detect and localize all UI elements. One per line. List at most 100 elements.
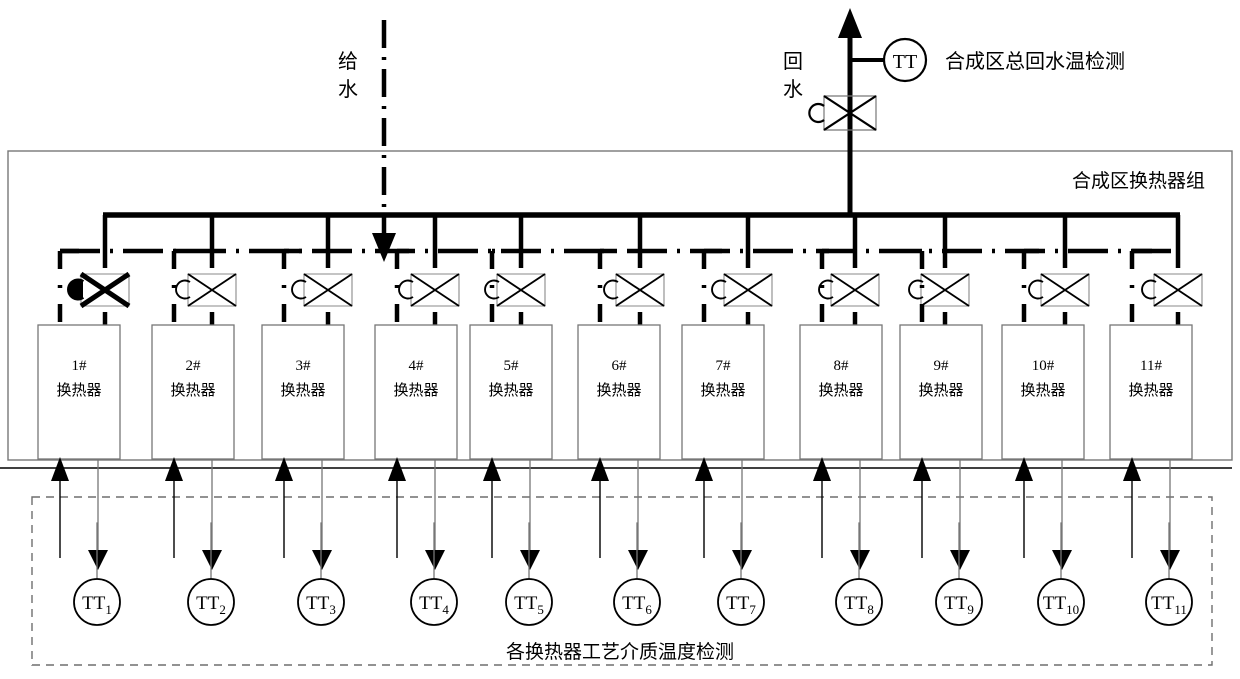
valve-3[interactable]: [291, 273, 353, 307]
heat-exchanger-number-6: 6#: [612, 358, 628, 374]
heat-exchanger-name-8: 换热器: [818, 382, 863, 399]
valve-bowtie-1: [79, 271, 131, 309]
process-outlet-arrow-1: [88, 550, 108, 570]
heat-exchanger-number-7: 7#: [716, 358, 732, 374]
supply-label-line2: 水: [338, 78, 358, 101]
supply-flow-arrow: [372, 233, 396, 262]
tt-bubble-10[interactable]: TT10: [1037, 578, 1085, 626]
exchanger-column-10: 10# 换热器 TT10: [1001, 215, 1090, 626]
valve-8[interactable]: [818, 273, 880, 307]
tt-subscript-9: 9: [967, 602, 974, 617]
exchanger-column-3: 3# 换热器 TT3: [261, 215, 353, 626]
valve-bowtie-4: [410, 273, 460, 307]
tt-subscript-5: 5: [537, 602, 544, 617]
heat-exchanger-number-1: 1#: [72, 358, 88, 374]
main-return-valve[interactable]: [808, 95, 877, 131]
process-outlet-arrow-2: [202, 550, 222, 570]
heat-exchanger-number-5: 5#: [504, 358, 520, 374]
tt-bubble-2[interactable]: TT2: [187, 578, 235, 626]
heat-exchanger-number-8: 8#: [834, 358, 850, 374]
tt-bubble-6[interactable]: TT6: [613, 578, 661, 626]
return-flow-arrow: [838, 8, 862, 38]
return-water-riser: TT: [808, 8, 928, 215]
process-outlet-arrow-8: [850, 550, 870, 570]
exchanger-column-11: 11# 换热器 TT11: [1109, 215, 1203, 626]
process-flow-diagram: 合成区换热器组 各换热器工艺介质温度检测 给 水 TT 回 水 合成区总回水温检…: [0, 8, 1233, 666]
tt-bubble-7[interactable]: TT7: [717, 578, 765, 626]
exchanger-column-1: 1# 换热器 TT1: [37, 215, 131, 626]
valve-bowtie-5: [496, 273, 546, 307]
tt-bubble-11[interactable]: TT11: [1145, 578, 1193, 626]
exchanger-column-6: 6# 换热器 TT6: [577, 215, 665, 626]
tt-subscript-8: 8: [867, 602, 874, 617]
exchanger-column-2: 2# 换热器 TT2: [151, 215, 237, 626]
heat-exchanger-name-5: 换热器: [488, 382, 533, 399]
tt-bubble-3[interactable]: TT3: [297, 578, 345, 626]
tt-subscript-10: 10: [1066, 602, 1079, 617]
tt-bubble-9[interactable]: TT9: [935, 578, 983, 626]
valve-bowtie-2: [187, 273, 237, 307]
tt-subscript-4: 4: [442, 602, 449, 617]
process-outlet-arrow-10: [1052, 550, 1072, 570]
heat-exchanger-number-3: 3#: [296, 358, 312, 374]
tt-bubble-4[interactable]: TT4: [410, 578, 458, 626]
tt-subscript-6: 6: [645, 602, 652, 617]
tt-subscript-3: 3: [329, 602, 336, 617]
valve-actuator-icon-1: [67, 278, 85, 301]
heat-exchanger-name-4: 换热器: [393, 382, 438, 399]
process-outlet-arrow-4: [425, 550, 445, 570]
process-outlet-arrow-5: [520, 550, 540, 570]
heat-exchanger-name-3: 换热器: [280, 382, 325, 399]
valve-bowtie-3: [303, 273, 353, 307]
valve-11[interactable]: [1141, 273, 1203, 307]
exchanger-column-8: 8# 换热器 TT8: [799, 215, 883, 626]
valve-bowtie-11: [1153, 273, 1203, 307]
process-outlet-arrow-9: [950, 550, 970, 570]
tt-bubble-8[interactable]: TT8: [835, 578, 883, 626]
heat-exchanger-name-2: 换热器: [170, 382, 215, 399]
valve-bowtie-9: [920, 273, 970, 307]
process-outlet-arrow-7: [732, 550, 752, 570]
valve-bowtie-6: [615, 273, 665, 307]
heat-exchanger-name-11: 换热器: [1128, 382, 1173, 399]
heat-exchanger-name-1: 换热器: [56, 382, 101, 399]
valve-bowtie-10: [1040, 273, 1090, 307]
heat-exchanger-number-10: 10#: [1032, 358, 1055, 374]
return-label-line1: 回: [783, 51, 803, 73]
valve-1[interactable]: [67, 271, 131, 309]
heat-exchanger-name-9: 换热器: [918, 382, 963, 399]
valve-bowtie-7: [723, 273, 773, 307]
valve-7[interactable]: [711, 273, 773, 307]
diagram-canvas: 合成区换热器组 各换热器工艺介质温度检测 给 水 TT 回 水 合成区总回水温检…: [0, 0, 1240, 679]
valve-10[interactable]: [1028, 273, 1090, 307]
valve-bowtie-8: [830, 273, 880, 307]
tt-subscript-1: 1: [105, 602, 112, 617]
valve-4[interactable]: [398, 273, 460, 307]
exchanger-column-7: 7# 换热器 TT7: [681, 215, 773, 626]
tt-subscript-11: 11: [1174, 602, 1187, 617]
heat-exchanger-name-7: 换热器: [700, 382, 745, 399]
heat-exchanger-number-11: 11#: [1140, 358, 1162, 374]
tt-bubble-1[interactable]: TT1: [73, 578, 121, 626]
tt-bubble-5[interactable]: TT5: [505, 578, 553, 626]
valve-6[interactable]: [603, 273, 665, 307]
valve-actuator-icon: [808, 102, 825, 124]
heat-exchanger-number-2: 2#: [186, 358, 202, 374]
tt-subscript-2: 2: [219, 602, 226, 617]
process-outlet-arrow-3: [312, 550, 332, 570]
return-tt-caption: 合成区总回水温检测: [945, 50, 1125, 73]
process-outlet-arrow-6: [628, 550, 648, 570]
supply-water-riser: [372, 20, 396, 262]
supply-label-line1: 给: [338, 50, 358, 73]
exchanger-column-9: 9# 换热器 TT9: [899, 215, 983, 626]
valve-5[interactable]: [484, 273, 546, 307]
group-box-label: 合成区换热器组: [1072, 170, 1205, 192]
return-tt-label: TT: [893, 51, 917, 73]
sensor-box-caption: 各换热器工艺介质温度检测: [506, 641, 734, 663]
valve-2[interactable]: [175, 273, 237, 307]
heat-exchanger-name-10: 换热器: [1020, 382, 1065, 399]
heat-exchanger-number-9: 9#: [934, 358, 950, 374]
valve-9[interactable]: [908, 273, 970, 307]
heat-exchanger-number-4: 4#: [409, 358, 425, 374]
process-outlet-arrow-11: [1160, 550, 1180, 570]
